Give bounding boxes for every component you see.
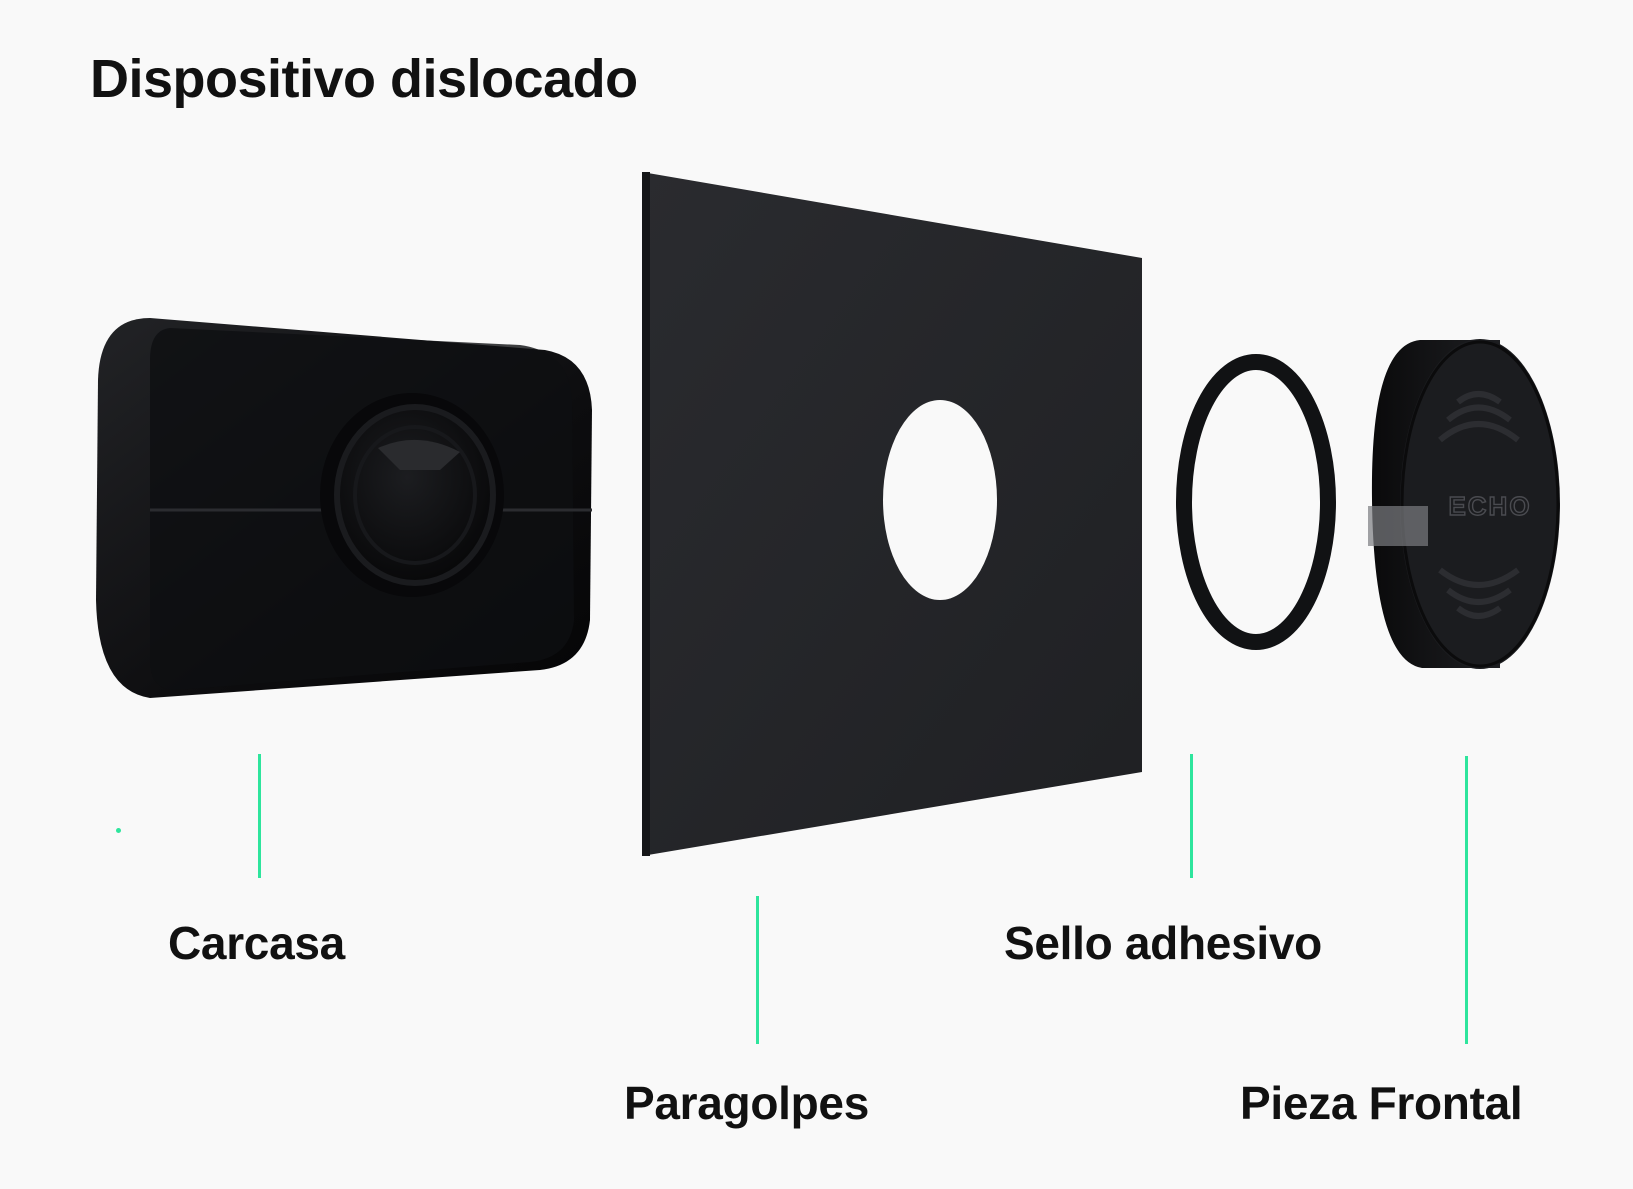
label-frontal: Pieza Frontal	[1240, 1077, 1523, 1129]
label-sello: Sello adhesivo	[1004, 917, 1322, 969]
carcasa-part	[96, 318, 592, 698]
frontal-part: ECHO	[1368, 339, 1560, 669]
leader-line-frontal	[1465, 756, 1468, 1044]
label-paragolpes: Paragolpes	[624, 1077, 869, 1129]
leader-line-paragolpes	[756, 896, 759, 1044]
leader-line-sello	[1190, 754, 1193, 878]
accent-dot	[116, 828, 121, 833]
sello-part	[1176, 354, 1336, 650]
paragolpes-part	[642, 172, 1142, 856]
exploded-device-illustration: ECHO	[96, 172, 1560, 856]
leader-line-carcasa	[258, 754, 261, 878]
label-carcasa: Carcasa	[168, 917, 345, 969]
front-logo-text: ECHO	[1448, 491, 1531, 521]
exploded-diagram: Dispositivo dislocado ECHO Carcasa Parag…	[0, 0, 1633, 1189]
